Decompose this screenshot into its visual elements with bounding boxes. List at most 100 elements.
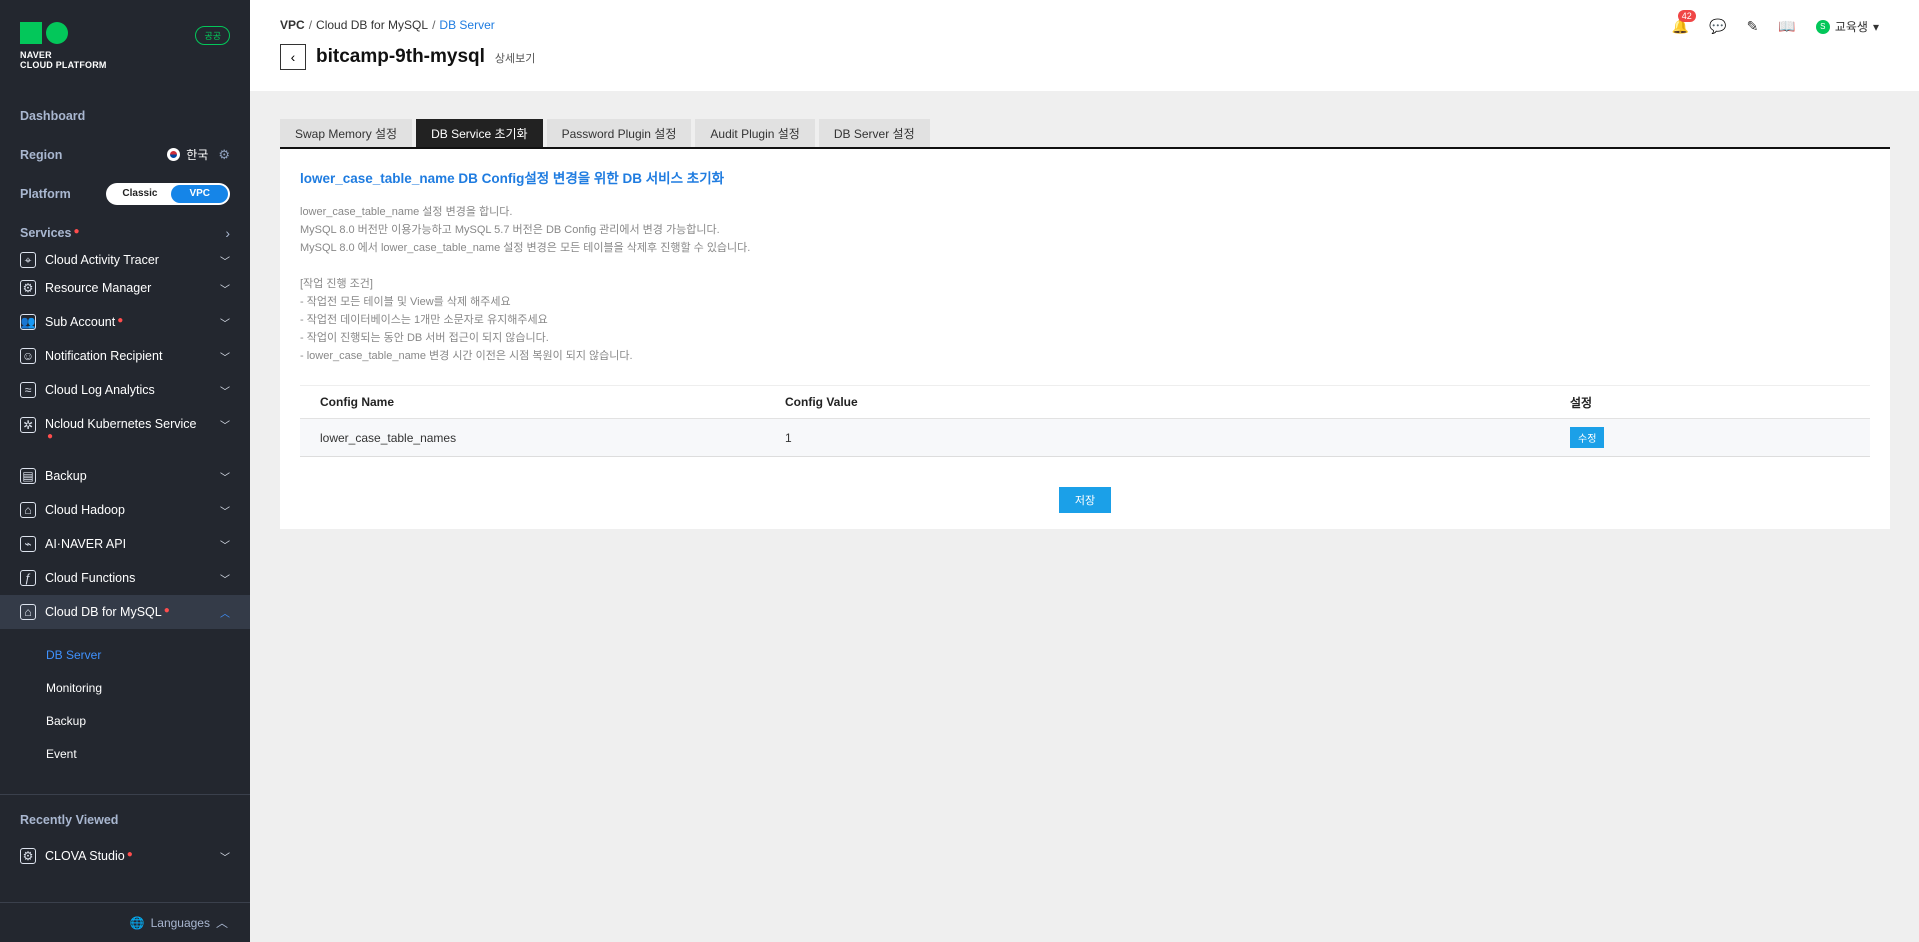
new-dot: ● — [47, 431, 54, 442]
services-row[interactable]: Services ● › — [0, 213, 250, 252]
korea-flag-icon — [167, 148, 181, 161]
gear-icon[interactable]: ⚙ — [218, 147, 230, 163]
breadcrumb-cloud-db[interactable]: Cloud DB for MySQL — [316, 18, 428, 32]
menu-label: Ncloud Kubernetes Service — [45, 417, 197, 431]
setting-cell: 수정 — [1550, 418, 1870, 457]
chevron-down-icon[interactable]: ﹀ — [220, 383, 230, 398]
chevron-left-icon: ‹ — [290, 49, 296, 65]
service-menu: ⌖ Cloud Activity Tracer ﹀ ⚙ Resource Man… — [0, 249, 250, 873]
tab-password-plugin[interactable]: Password Plugin 설정 — [546, 119, 692, 147]
menu-label: Cloud Activity Tracer — [45, 253, 159, 267]
user-name: 교육생 — [1834, 20, 1868, 34]
recent-clova-studio[interactable]: ⚙ CLOVA Studio ● ﹀ — [0, 839, 250, 873]
menu-cloud-functions[interactable]: ƒ Cloud Functions ﹀ — [0, 561, 250, 595]
menu-cloud-hadoop[interactable]: ⌂ Cloud Hadoop ﹀ — [0, 493, 250, 527]
region-row: Region 한국 ⚙ — [0, 135, 250, 174]
chevron-down-icon[interactable]: ﹀ — [220, 537, 230, 552]
api-icon: ⌁ — [20, 536, 36, 552]
gov-badge[interactable]: 공공 — [195, 26, 230, 45]
breadcrumb-vpc[interactable]: VPC — [280, 18, 305, 32]
platform-row: Platform Classic VPC — [0, 174, 250, 213]
chat-icon[interactable]: 💬 — [1709, 18, 1726, 35]
header-icons: 🔔 42 💬 ✎ 📖 S 교육생 ▾ — [1672, 10, 1879, 35]
notification-button[interactable]: 🔔 42 — [1672, 10, 1696, 35]
menu-ncloud-kubernetes-service[interactable]: ✲ Ncloud Kubernetes Service ● ﹀ — [0, 407, 250, 459]
config-name-cell: lower_case_table_names — [300, 418, 765, 457]
column-config-value: Config Value — [765, 385, 1550, 419]
chevron-down-icon[interactable]: ﹀ — [220, 281, 230, 296]
main-area: VPC / Cloud DB for MySQL / DB Server ‹ b… — [250, 0, 1919, 942]
clova-icon: ⚙ — [20, 848, 36, 864]
sidebar: NAVER CLOUD PLATFORM 공공 Dashboard Region… — [0, 0, 250, 942]
chevron-down-icon[interactable]: ﹀ — [220, 253, 230, 268]
tab-db-service-init[interactable]: DB Service 초기화 — [416, 119, 543, 147]
tab-swap-memory[interactable]: Swap Memory 설정 — [280, 119, 413, 147]
platform-toggle[interactable]: Classic VPC — [106, 182, 230, 205]
chevron-down-icon[interactable]: ﹀ — [220, 315, 230, 330]
services-label: Services — [20, 225, 72, 240]
user-menu[interactable]: S 교육생 ▾ — [1815, 18, 1879, 35]
languages-button[interactable]: 🌐 Languages ︿ — [0, 902, 250, 942]
recipient-icon: ☺ — [20, 348, 36, 364]
logo[interactable]: NAVER CLOUD PLATFORM 공공 — [0, 0, 250, 96]
content: Swap Memory 설정 DB Service 초기화 Password P… — [280, 119, 1890, 529]
edit-button[interactable]: 수정 — [1570, 427, 1605, 448]
back-button[interactable]: ‹ — [280, 44, 306, 70]
edit-icon[interactable]: ✎ — [1747, 18, 1759, 35]
menu-resource-manager[interactable]: ⚙ Resource Manager ﹀ — [0, 271, 250, 305]
chevron-down-icon[interactable]: ﹀ — [220, 349, 230, 364]
languages-label: Languages — [150, 915, 210, 930]
users-icon: 👥 — [20, 314, 36, 330]
platform-classic[interactable]: Classic — [108, 185, 171, 203]
submenu-monitoring[interactable]: Monitoring — [0, 671, 250, 704]
menu-backup[interactable]: ▤ Backup ﹀ — [0, 459, 250, 493]
avatar: S — [1815, 19, 1830, 34]
page-title: bitcamp-9th-mysql — [316, 46, 485, 67]
menu-cloud-log-analytics[interactable]: ≈ Cloud Log Analytics ﹀ — [0, 373, 250, 407]
chevron-right-icon[interactable]: › — [225, 225, 230, 241]
chevron-up-icon[interactable]: ︿ — [220, 605, 230, 620]
tab-db-server-settings[interactable]: DB Server 설정 — [818, 119, 930, 147]
menu-label: Cloud Log Analytics — [45, 383, 155, 397]
save-button[interactable]: 저장 — [1059, 487, 1111, 513]
config-table: Config Name Config Value 설정 lower_case_t… — [300, 385, 1870, 457]
menu-label: CLOVA Studio — [45, 849, 125, 863]
menu-label: Cloud Functions — [45, 571, 136, 585]
menu-cloud-activity-tracer[interactable]: ⌖ Cloud Activity Tracer ﹀ — [0, 249, 250, 271]
region-value: 한국 — [186, 148, 209, 162]
sidebar-dashboard[interactable]: Dashboard — [0, 96, 250, 135]
menu-ai-naver-api[interactable]: ⌁ AI·NAVER API ﹀ — [0, 527, 250, 561]
menu-sub-account[interactable]: 👥 Sub Account ● ﹀ — [0, 305, 250, 339]
backup-icon: ▤ — [20, 468, 36, 484]
book-icon[interactable]: 📖 — [1778, 18, 1795, 35]
column-config-name: Config Name — [300, 385, 765, 419]
submenu-event[interactable]: Event — [0, 737, 250, 770]
tab-audit-plugin[interactable]: Audit Plugin 설정 — [695, 119, 815, 147]
platform-vpc[interactable]: VPC — [171, 184, 228, 203]
submenu-backup[interactable]: Backup — [0, 704, 250, 737]
menu-notification-recipient[interactable]: ☺ Notification Recipient ﹀ — [0, 339, 250, 373]
menu-label: Notification Recipient — [45, 349, 163, 363]
region-selector[interactable]: 한국 ⚙ — [167, 146, 230, 163]
tab-panel: lower_case_table_name DB Config설정 변경을 위한… — [280, 149, 1890, 529]
chevron-down-icon[interactable]: ﹀ — [220, 571, 230, 586]
submenu-db-server[interactable]: DB Server — [0, 638, 250, 671]
menu-cloud-db-for-mysql[interactable]: ⌂ Cloud DB for MySQL ● ︿ — [0, 595, 250, 629]
menu-label: AI·NAVER API — [45, 537, 127, 551]
menu-label: Sub Account — [45, 315, 116, 329]
panel-title: lower_case_table_name DB Config설정 변경을 위한… — [300, 171, 725, 186]
chevron-down-icon[interactable]: ﹀ — [220, 417, 230, 432]
table-header-row: Config Name Config Value 설정 — [300, 385, 1870, 419]
chevron-down-icon[interactable]: ﹀ — [220, 503, 230, 518]
detail-view-label: 상세보기 — [494, 53, 536, 65]
notification-badge: 42 — [1677, 10, 1696, 22]
column-setting: 설정 — [1550, 385, 1870, 419]
database-icon: ⌂ — [20, 604, 36, 620]
chevron-down-icon[interactable]: ﹀ — [220, 849, 230, 864]
breadcrumb-sep: / — [308, 18, 313, 32]
chevron-down-icon[interactable]: ﹀ — [220, 469, 230, 484]
globe-icon: 🌐 — [129, 915, 145, 930]
new-dot: ● — [163, 605, 170, 616]
brand-line1: NAVER — [20, 50, 52, 60]
breadcrumb-db-server[interactable]: DB Server — [439, 18, 494, 32]
